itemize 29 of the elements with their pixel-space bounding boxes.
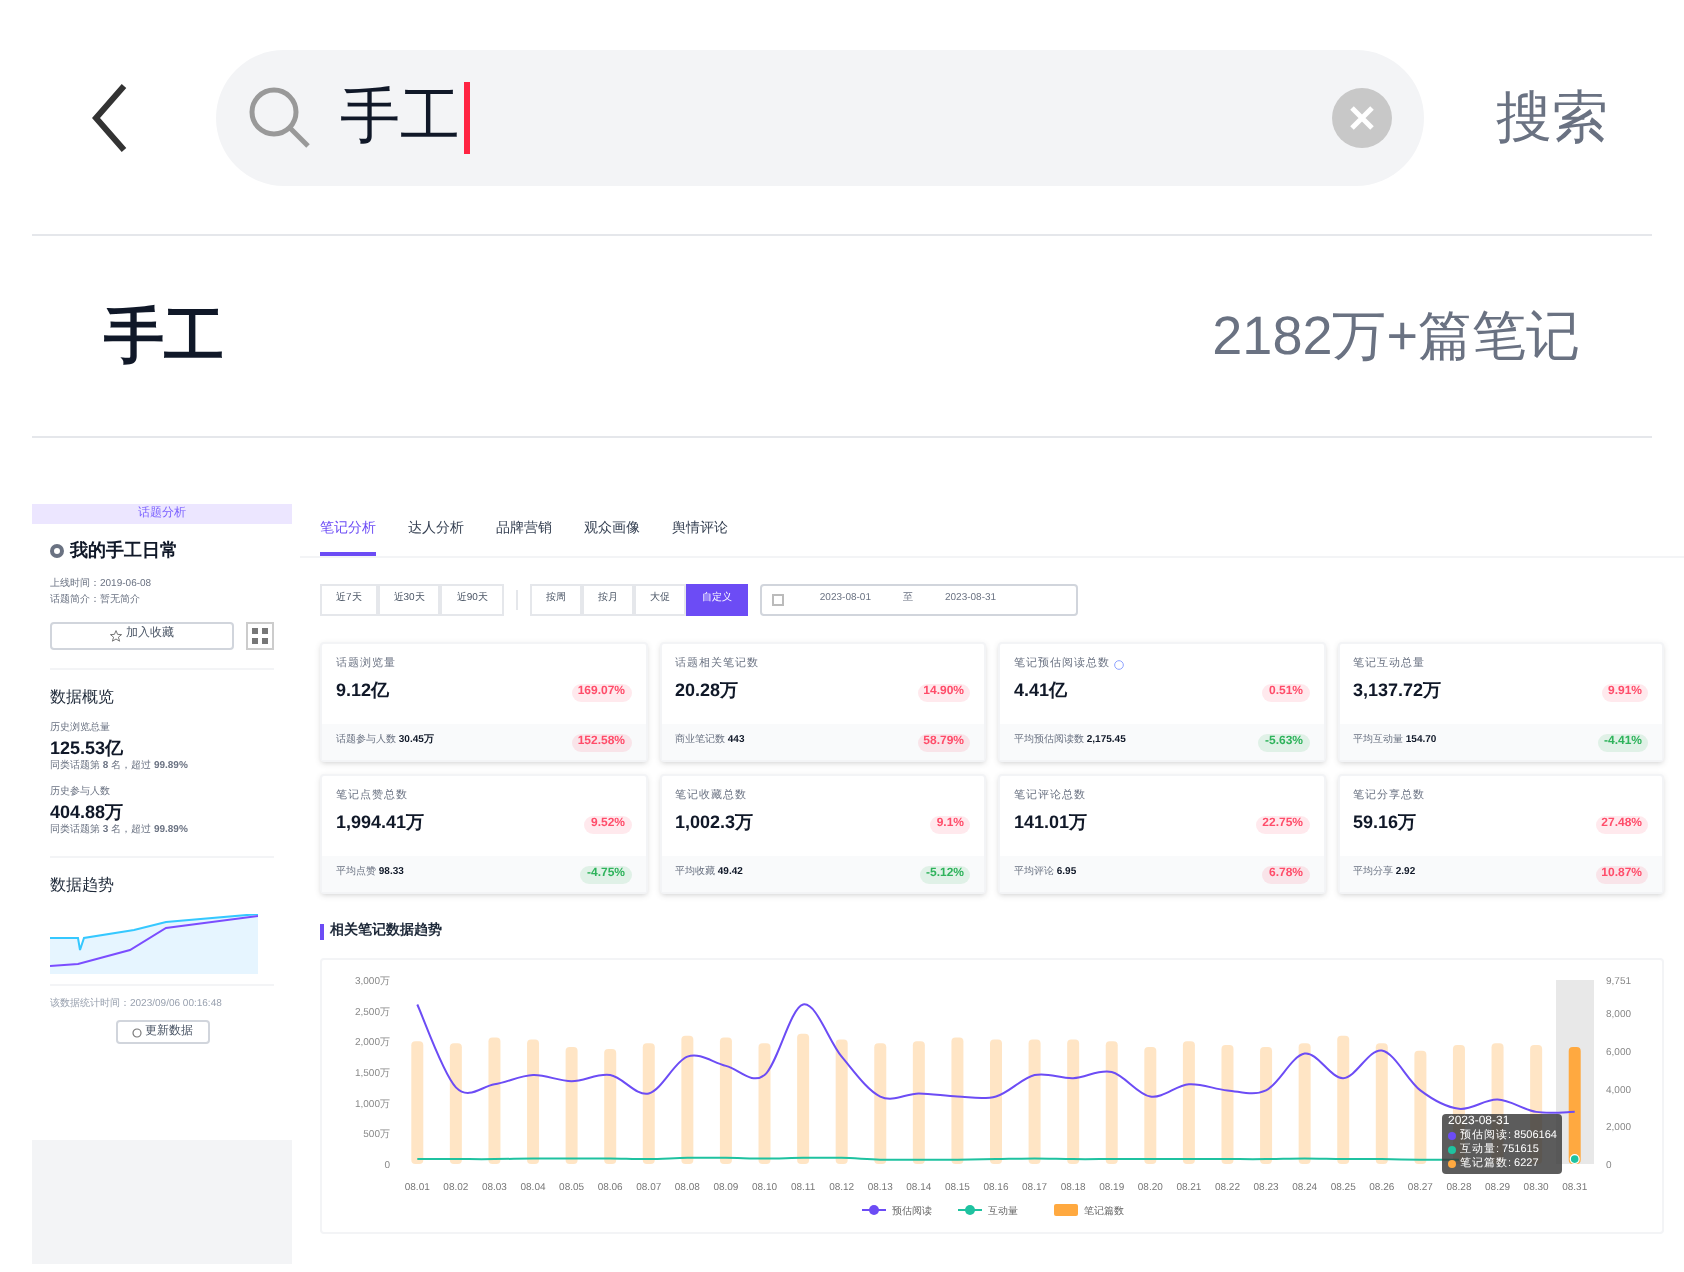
card-value: 1,002.3万 <box>675 810 754 837</box>
topic-icon <box>50 544 64 559</box>
card-value: 1,994.41万 <box>336 810 425 837</box>
back-icon[interactable] <box>88 81 132 153</box>
card-value: 3,137.72万 <box>1353 678 1442 705</box>
topic-title: 我的手工日常 <box>70 538 178 564</box>
card-value: 9.12亿 <box>336 678 390 705</box>
section-title: 数据趋势 <box>48 873 116 897</box>
search-button[interactable]: 搜索 <box>1496 75 1608 159</box>
card-value: 59.16万 <box>1353 810 1417 837</box>
calendar-icon <box>771 594 784 606</box>
search-field[interactable]: 手工 <box>216 49 1424 185</box>
search-icon <box>248 85 312 149</box>
stat-value: 125.53亿 <box>50 736 126 760</box>
info-icon[interactable] <box>1114 659 1124 670</box>
star-icon <box>110 629 122 641</box>
search-text: 手工 <box>340 82 460 154</box>
card-value: 4.41亿 <box>1014 678 1068 705</box>
note-count: 2182万+篇笔记 <box>1212 303 1580 370</box>
qr-code-icon[interactable] <box>246 621 274 649</box>
section-title: 数据概览 <box>48 685 116 709</box>
keyword: 手工 <box>104 301 224 373</box>
result-item[interactable]: 手工 2182万+篇笔记 <box>32 236 1652 438</box>
refresh-icon <box>131 1027 141 1037</box>
card-value: 141.01万 <box>1014 810 1088 837</box>
stat-value: 404.88万 <box>50 800 126 824</box>
text-cursor <box>464 81 470 153</box>
title-marker <box>320 924 324 941</box>
card-value: 20.28万 <box>675 678 739 705</box>
